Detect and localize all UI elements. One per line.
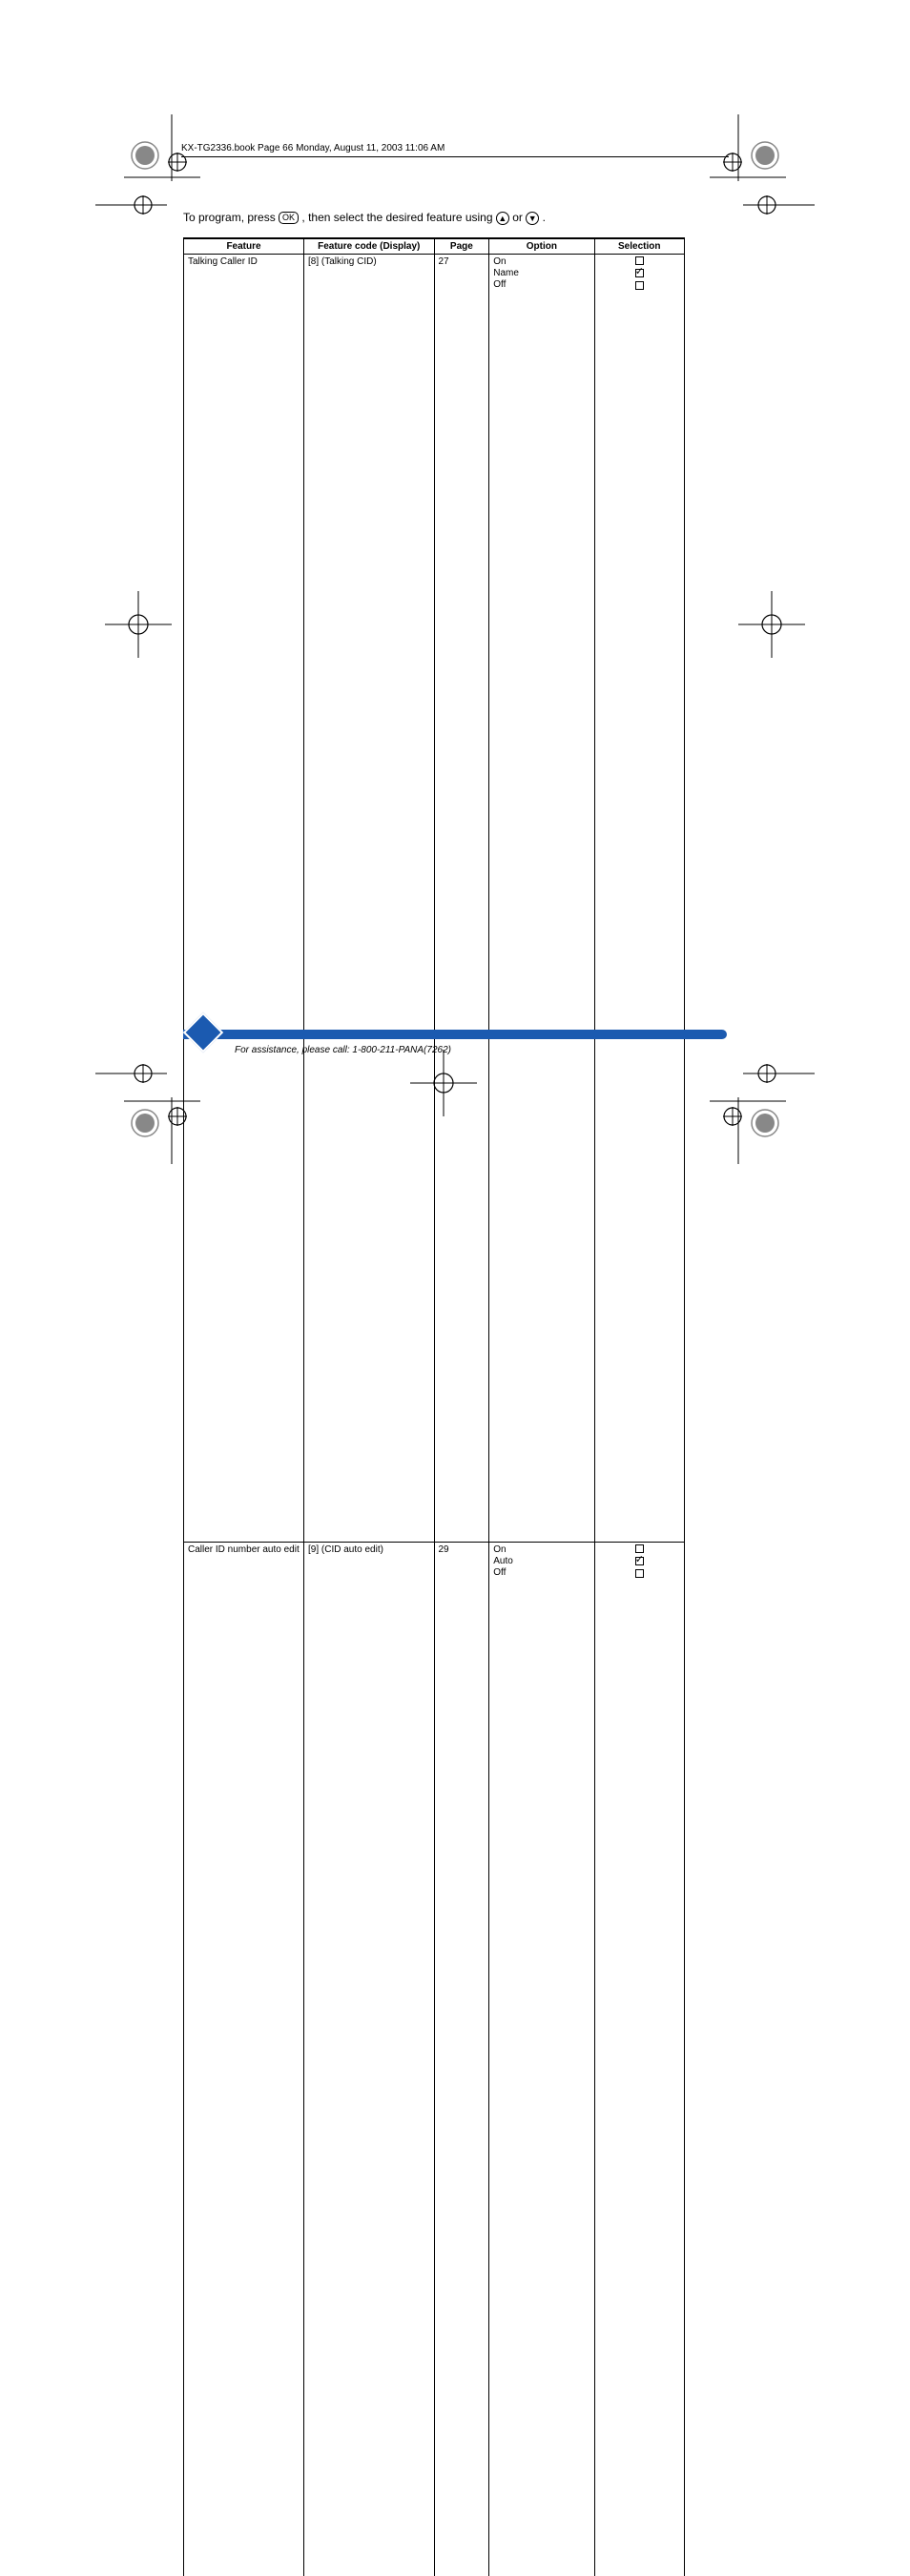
col-selection: Selection: [594, 238, 685, 255]
crop-mark-br: [710, 1059, 815, 1164]
option-label: Name: [493, 268, 589, 279]
crop-mark-ml: [105, 591, 172, 658]
option-label: Off: [493, 1567, 589, 1579]
checkbox-checked-icon: [635, 1557, 644, 1565]
cell-code: [8] (Talking CID): [304, 254, 435, 1542]
intro-mid: , then select the desired feature using: [301, 211, 495, 224]
checkbox-icon: [635, 1569, 644, 1578]
intro-prefix: To program, press: [183, 211, 279, 224]
crop-mark-tl: [95, 114, 200, 219]
footer-page-number: 66: [205, 1047, 220, 1062]
cell-feature: Caller ID number auto edit: [184, 1542, 304, 2576]
header-rule: [181, 156, 729, 157]
cell-selection: [594, 254, 685, 1542]
intro-or: or: [512, 211, 526, 224]
col-code: Feature code (Display): [304, 238, 435, 255]
checkbox-checked-icon: [635, 269, 644, 277]
crop-mark-tr: [710, 114, 815, 219]
cell-options: OnNameOff: [489, 254, 594, 1542]
option-label: Auto: [493, 1556, 589, 1567]
settings-table: Feature Feature code (Display) Page Opti…: [183, 237, 685, 2576]
checkbox-icon: [635, 256, 644, 265]
cell-selection: [594, 1542, 685, 2576]
arrow-up-icon: ▲: [496, 212, 509, 225]
option-label: Off: [493, 279, 589, 291]
checkbox-icon: [635, 1544, 644, 1553]
cell-options: OnAutoOff: [489, 1542, 594, 2576]
crop-mark-mr: [738, 591, 805, 658]
col-feature: Feature: [184, 238, 304, 255]
table-row: Talking Caller ID[8] (Talking CID)27OnNa…: [184, 254, 685, 1542]
page-header: KX-TG2336.book Page 66 Monday, August 11…: [181, 143, 729, 153]
col-option: Option: [489, 238, 594, 255]
checkbox-icon: [635, 281, 644, 290]
option-label: On: [493, 1544, 589, 1556]
table-header-row: Feature Feature code (Display) Page Opti…: [184, 238, 685, 255]
intro-text: To program, press OK , then select the d…: [183, 210, 685, 226]
footer-caption: For assistance, please call: 1-800-211-P…: [235, 1045, 451, 1055]
intro-suffix: .: [543, 211, 546, 224]
cell-page: 29: [434, 1542, 489, 2576]
table-row: Caller ID number auto edit[9] (CID auto …: [184, 1542, 685, 2576]
option-label: On: [493, 256, 589, 268]
cell-page: 27: [434, 254, 489, 1542]
col-page: Page: [434, 238, 489, 255]
cell-feature: Talking Caller ID: [184, 254, 304, 1542]
cell-code: [9] (CID auto edit): [304, 1542, 435, 2576]
footer-bar: [183, 1030, 727, 1039]
arrow-down-icon: ▼: [526, 212, 539, 225]
ok-button-icon: OK: [279, 212, 299, 224]
